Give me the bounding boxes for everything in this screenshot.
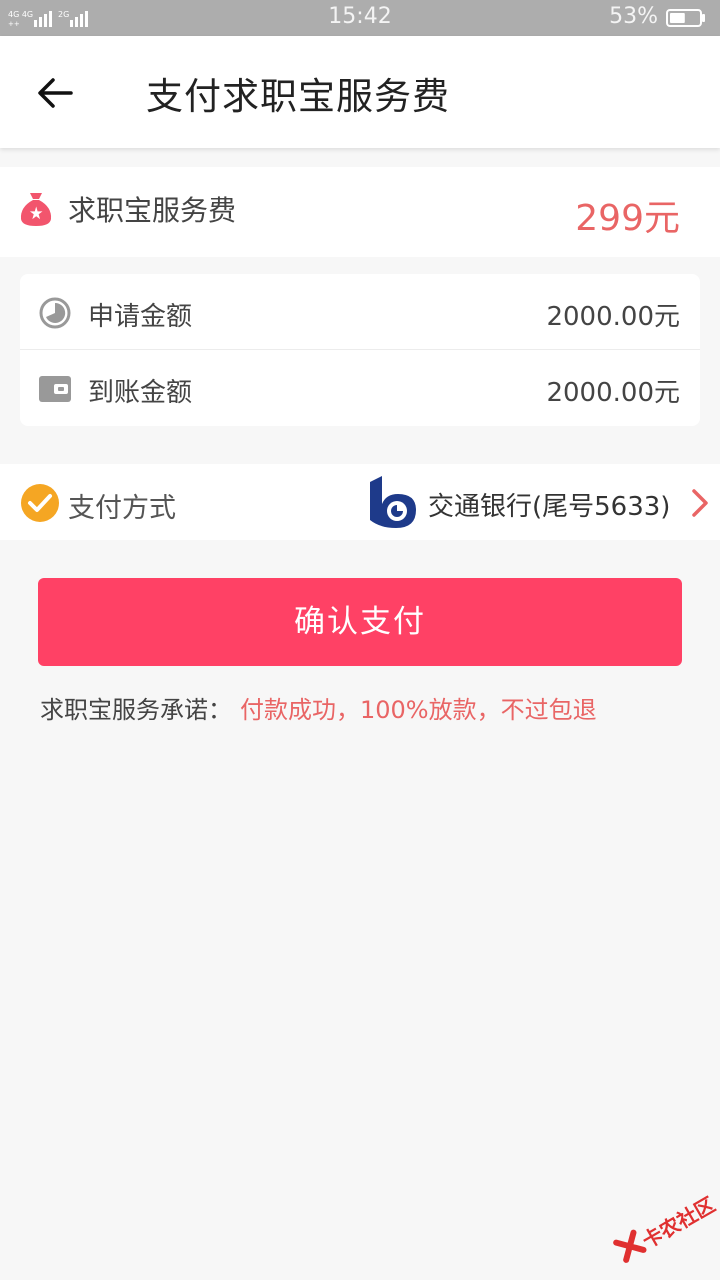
watermark-text: 卡农社区 bbox=[637, 1192, 720, 1254]
back-arrow-icon bbox=[38, 78, 73, 108]
confirm-pay-button[interactable]: 确认支付 bbox=[38, 578, 682, 666]
watermark: 卡农社区 bbox=[604, 1179, 720, 1280]
apply-amount-value: 2000.00元 bbox=[546, 302, 680, 332]
check-circle-icon bbox=[21, 484, 59, 522]
battery-icon bbox=[666, 9, 705, 27]
received-amount-row: 到账金额 2000.00元 bbox=[20, 350, 700, 426]
page-title: 支付求职宝服务费 bbox=[146, 75, 450, 118]
money-bag-icon bbox=[20, 193, 52, 226]
wallet-icon bbox=[39, 376, 71, 402]
apply-amount-label: 申请金额 bbox=[88, 302, 193, 332]
chevron-right-icon bbox=[692, 489, 708, 517]
battery-percent: 53% bbox=[609, 4, 658, 29]
service-fee-row: 求职宝服务费 299元 bbox=[0, 167, 720, 257]
status-bar: 4G 4G ++ 2G 15:42 53% bbox=[0, 0, 720, 36]
back-button[interactable] bbox=[30, 68, 80, 118]
received-amount-value: 2000.00元 bbox=[546, 378, 680, 408]
promise-text: 付款成功，100%放款，不过包退 bbox=[240, 696, 597, 724]
clock-icon bbox=[39, 297, 71, 329]
service-promise: 求职宝服务承诺： 付款成功，100%放款，不过包退 bbox=[40, 690, 597, 725]
service-fee-amount: 299元 bbox=[575, 198, 680, 239]
header: 支付求职宝服务费 bbox=[0, 36, 720, 148]
bank-name: 交通银行(尾号5633) bbox=[428, 492, 671, 522]
service-fee-label: 求职宝服务费 bbox=[68, 194, 237, 227]
payment-method-label: 支付方式 bbox=[68, 493, 176, 524]
payment-method-row[interactable]: 支付方式 交通银行(尾号5633) bbox=[0, 464, 720, 540]
amount-card: 申请金额 2000.00元 到账金额 2000.00元 bbox=[20, 274, 700, 426]
promise-label: 求职宝服务承诺： bbox=[40, 696, 232, 724]
bank-logo-icon bbox=[370, 476, 416, 528]
apply-amount-row: 申请金额 2000.00元 bbox=[20, 274, 700, 350]
received-amount-label: 到账金额 bbox=[88, 378, 193, 408]
